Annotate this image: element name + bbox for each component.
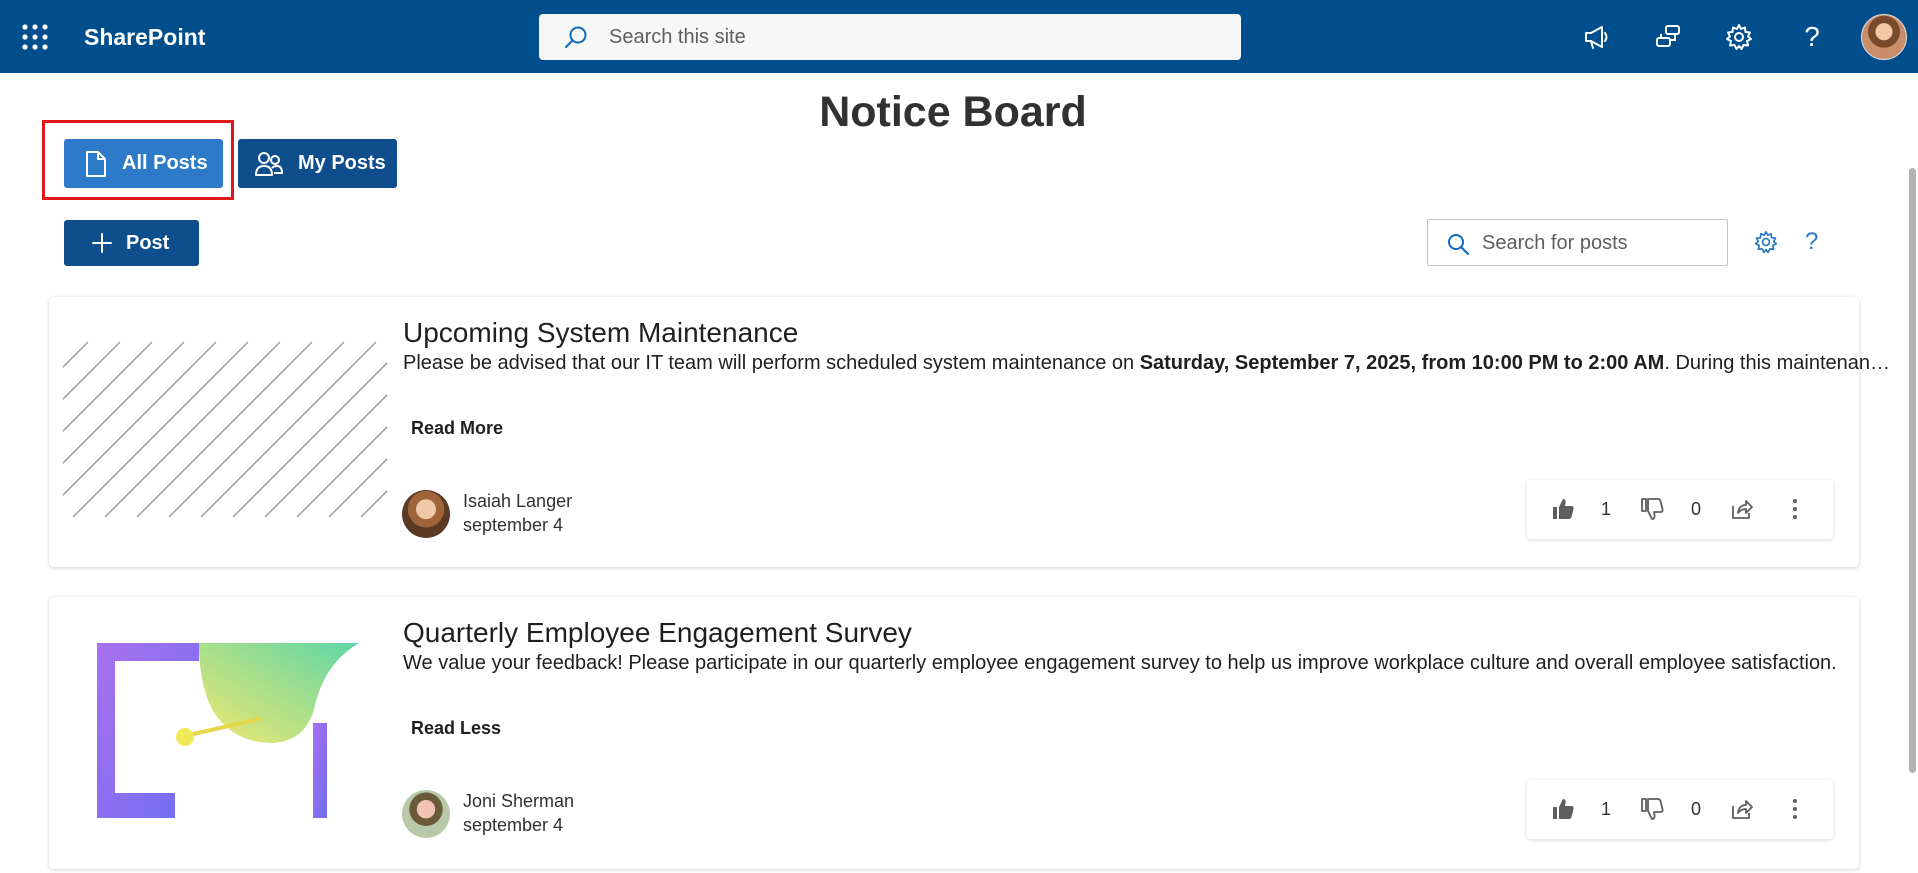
scrollbar-thumb[interactable]: [1909, 168, 1916, 773]
reaction-bar: 1 0: [1527, 780, 1833, 839]
suite-bar: SharePoint ?: [0, 0, 1918, 73]
post-search-input[interactable]: [1482, 230, 1717, 256]
document-icon: [86, 150, 106, 177]
like-icon[interactable]: [1551, 797, 1575, 826]
site-search-input[interactable]: [609, 22, 1209, 52]
people-icon: [255, 151, 284, 176]
read-more-link[interactable]: Read More: [411, 418, 503, 439]
more-options-icon[interactable]: [1791, 797, 1799, 826]
dislike-count: 0: [1691, 799, 1702, 819]
post-body-text: . During this maintenance window, certai…: [1664, 352, 1895, 374]
reaction-bar: 1 0: [1527, 480, 1833, 539]
all-posts-label: All Posts: [122, 152, 208, 174]
dislike-icon[interactable]: [1640, 497, 1664, 526]
author-avatar: [402, 790, 450, 838]
feedback-icon[interactable]: [1651, 20, 1685, 54]
all-posts-tab[interactable]: All Posts: [64, 139, 223, 188]
read-less-link[interactable]: Read Less: [411, 718, 501, 739]
user-avatar[interactable]: [1861, 14, 1907, 60]
dislike-count: 0: [1691, 499, 1702, 519]
post-body: We value your feedback! Please participa…: [403, 652, 1837, 674]
post-date: september 4: [463, 515, 564, 535]
search-icon: [1448, 234, 1470, 256]
post-thumbnail-placeholder[interactable]: [63, 342, 387, 517]
my-posts-label: My Posts: [298, 152, 386, 174]
post-date: september 4: [463, 815, 564, 835]
board-settings-icon[interactable]: [1754, 230, 1778, 259]
my-posts-tab[interactable]: My Posts: [238, 139, 397, 188]
dislike-icon[interactable]: [1640, 797, 1664, 826]
settings-gear-icon[interactable]: [1722, 20, 1756, 54]
app-name[interactable]: SharePoint: [84, 24, 205, 51]
post-title[interactable]: Quarterly Employee Engagement Survey: [403, 617, 912, 649]
site-search-box[interactable]: [539, 14, 1241, 60]
plus-icon: [92, 233, 112, 253]
new-post-button[interactable]: Post: [64, 220, 199, 266]
board-help-icon[interactable]: ?: [1805, 228, 1818, 256]
page-title: Notice Board: [819, 88, 1087, 136]
like-count: 1: [1601, 499, 1612, 519]
more-options-icon[interactable]: [1791, 497, 1799, 526]
app-launcher-icon[interactable]: [20, 22, 50, 52]
author-avatar: [402, 490, 450, 538]
search-icon: [564, 26, 587, 49]
megaphone-icon[interactable]: [1580, 20, 1614, 54]
post-card: Upcoming System Maintenance Please be ad…: [49, 297, 1895, 567]
author-name: Joni Sherman: [463, 791, 575, 811]
post-body-text: Please be advised that our IT team will …: [403, 352, 1140, 374]
post-search-box[interactable]: [1427, 219, 1728, 266]
share-icon[interactable]: [1730, 797, 1754, 826]
author-name: Isaiah Langer: [463, 491, 573, 511]
like-count: 1: [1601, 799, 1612, 819]
post-body: Please be advised that our IT team will …: [403, 352, 1895, 375]
like-icon[interactable]: [1551, 497, 1575, 526]
post-title[interactable]: Upcoming System Maintenance: [403, 317, 798, 349]
post-body-highlight: Saturday, September 7, 2025, from 10:00 …: [1139, 352, 1665, 374]
share-icon[interactable]: [1730, 497, 1754, 526]
post-thumbnail-image[interactable]: [63, 643, 387, 818]
help-icon[interactable]: ?: [1795, 20, 1829, 54]
post-card: Quarterly Employee Engagement Survey We …: [49, 597, 1859, 869]
new-post-label: Post: [126, 231, 170, 254]
